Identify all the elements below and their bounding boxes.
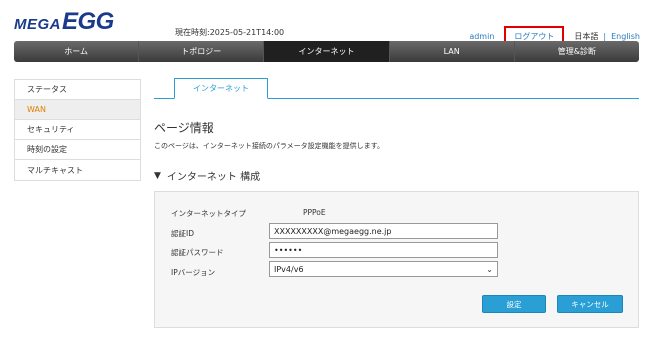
config-panel: インターネットタイプ PPPoE 認証ID XXXXXXXXX@megaegg.… <box>154 191 639 328</box>
page-description: このページは、インターネット接続のパラメータ設定機能を提供します。 <box>154 142 384 150</box>
section-header[interactable]: ▼ インターネット 構成 <box>154 168 261 184</box>
auth-password-input[interactable]: •••••• <box>269 242 498 258</box>
auth-id-label: 認証ID <box>171 229 194 238</box>
lang-separator: | <box>603 32 607 41</box>
internet-type-label: インターネットタイプ <box>171 209 246 218</box>
auth-password-label: 認証パスワード <box>171 248 224 257</box>
user-link[interactable]: admin <box>469 32 494 41</box>
ip-version-label: IPバージョン <box>171 268 216 277</box>
tab-internet[interactable]: インターネット <box>174 78 268 99</box>
section-title: インターネット 構成 <box>166 172 261 183</box>
sidebar-item-status[interactable]: ステータス <box>15 80 140 100</box>
sidebar-item-wan[interactable]: WAN <box>15 100 140 120</box>
page-title: ページ情報 <box>154 121 214 135</box>
logo-egg: EGG <box>62 8 114 35</box>
auth-id-input[interactable]: XXXXXXXXX@megaegg.ne.jp <box>269 223 498 239</box>
internet-type-value: PPPoE <box>303 208 326 217</box>
nav-home[interactable]: ホーム <box>14 41 140 62</box>
nav-internet[interactable]: インターネット <box>264 41 390 62</box>
logo-mega: MEGA <box>14 16 61 33</box>
chevron-down-icon: ⌄ <box>486 264 493 274</box>
collapse-triangle-icon[interactable]: ▼ <box>154 171 161 181</box>
nav-management[interactable]: 管理&診断 <box>515 41 639 62</box>
sidebar-item-multicast[interactable]: マルチキャスト <box>15 160 140 180</box>
ip-version-value: IPv4/v6 <box>274 264 304 274</box>
current-time: 現在時刻:2025-05-21T14:00 <box>175 28 285 37</box>
lang-en-link[interactable]: English <box>611 32 640 41</box>
sidebar-item-security[interactable]: セキュリティ <box>15 120 140 140</box>
nav-topology[interactable]: トポロジー <box>139 41 265 62</box>
cancel-button[interactable]: キャンセル <box>557 295 623 313</box>
sidebar-item-time[interactable]: 時刻の設定 <box>15 140 140 160</box>
main-nav: ホーム トポロジー インターネット LAN 管理&診断 <box>14 41 639 62</box>
apply-button[interactable]: 設定 <box>482 295 546 313</box>
sidebar: ステータス WAN セキュリティ 時刻の設定 マルチキャスト <box>14 79 141 181</box>
ip-version-select[interactable]: IPv4/v6 ⌄ <box>269 261 498 277</box>
logo: MEGA EGG <box>14 8 114 35</box>
nav-lan[interactable]: LAN <box>390 41 515 62</box>
